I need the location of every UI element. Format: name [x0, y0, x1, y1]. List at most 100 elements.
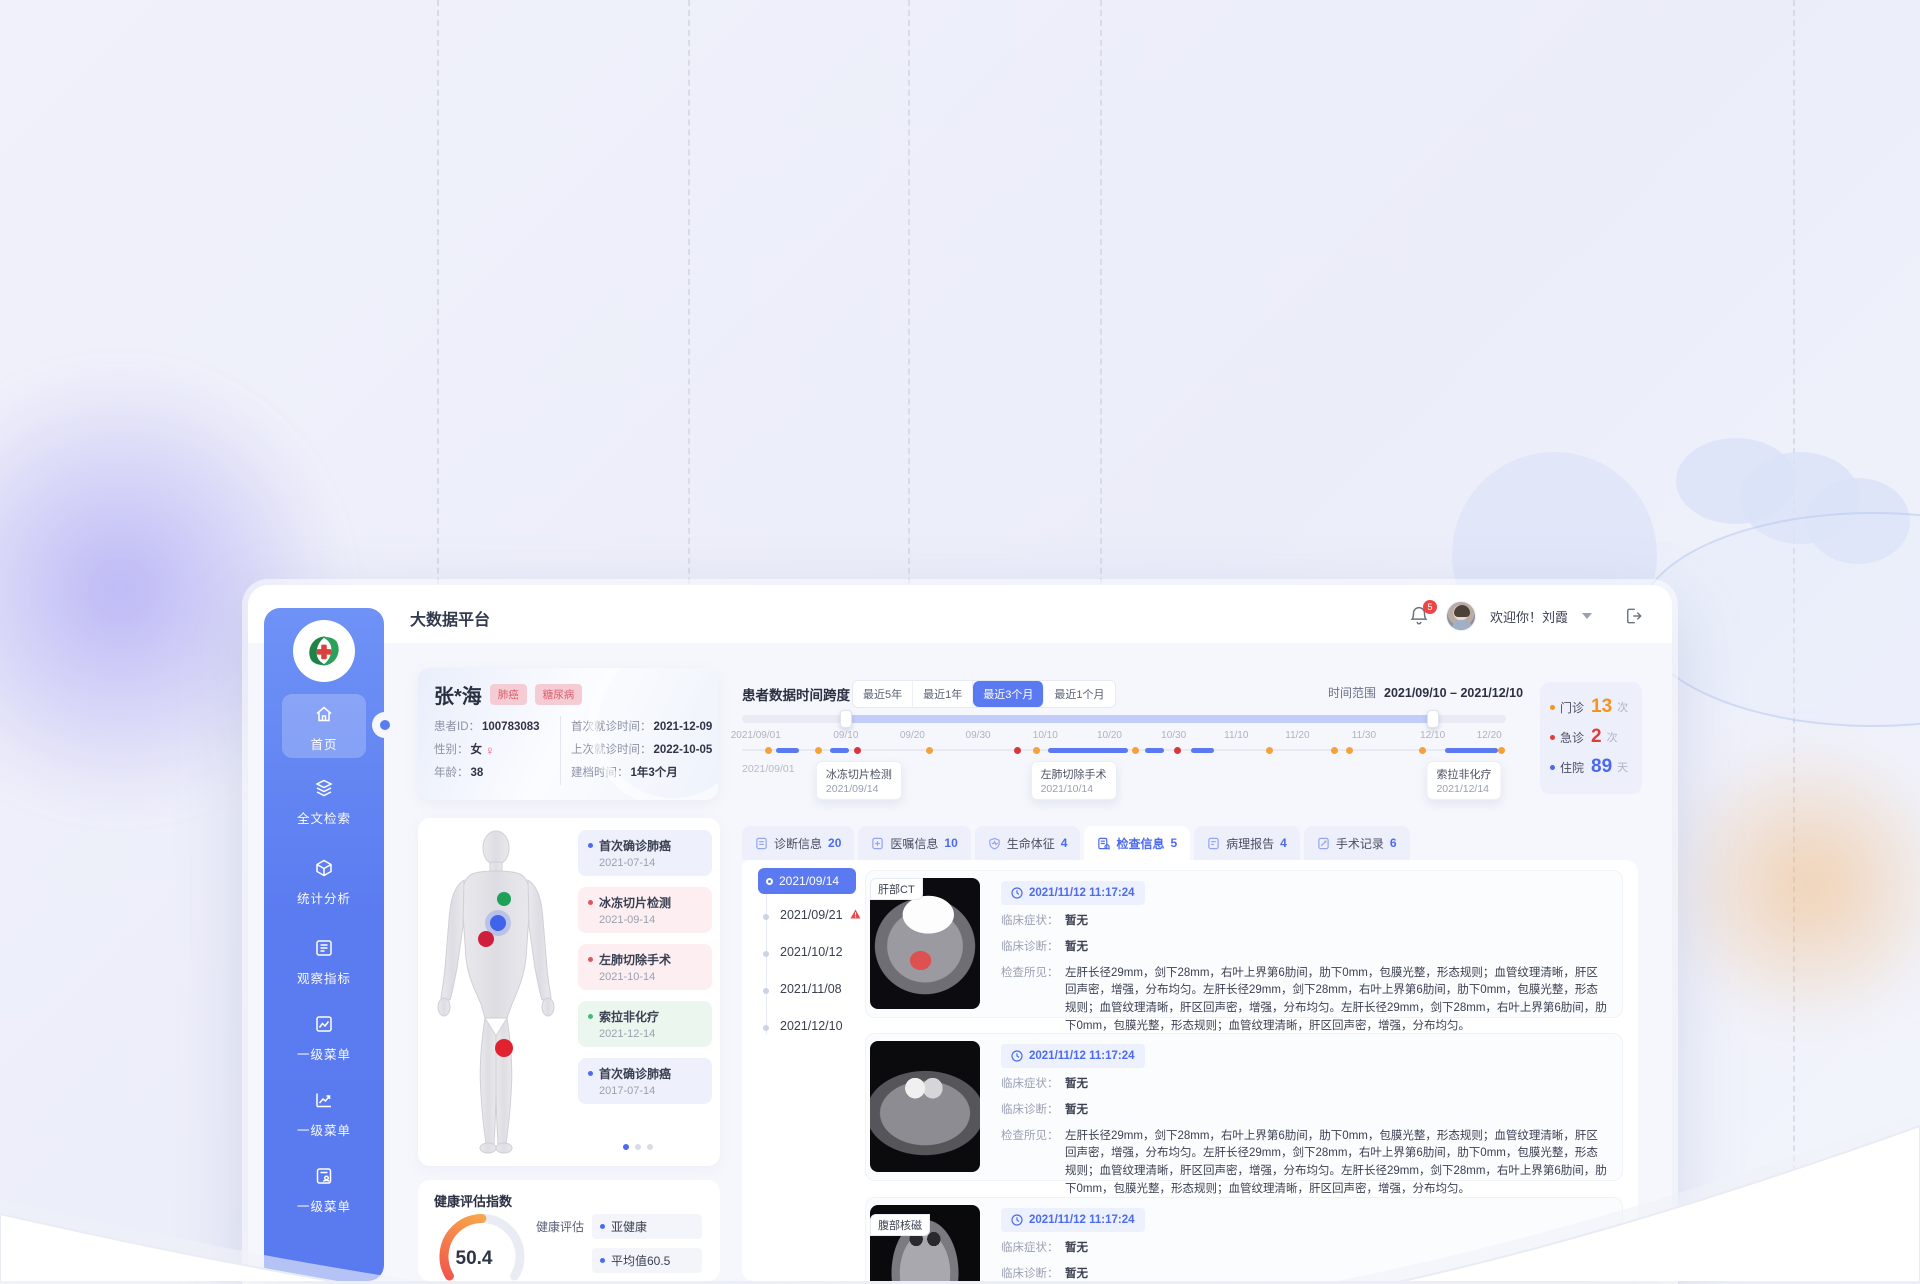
findings-text: 左肝长径29mm，剑下28mm，右叶上界第6肋间，肋下0mm，包膜光整，形态规则…: [1065, 965, 1608, 1036]
orders-doc-icon: [871, 837, 884, 850]
tab-label: 诊断信息: [774, 835, 822, 852]
axis-tick: 11/10: [1224, 730, 1248, 741]
exam-report-card: 腹部核磁 2021/11/12 11:17:24 临床症状：暂无 临床诊断：暂无…: [865, 1033, 1623, 1181]
body-event-item[interactable]: 首次确诊肺癌 2017-07-14: [578, 1058, 712, 1104]
exams-clipboard-icon: [1097, 837, 1110, 850]
clock-icon: [1011, 1214, 1023, 1226]
diagnosis-value: 暂无: [1065, 1102, 1088, 1120]
date-rail-item-active[interactable]: 2021/09/14: [758, 868, 856, 894]
body-marker-red-knee[interactable]: [495, 1039, 513, 1057]
date-rail-item[interactable]: 2021/12/10: [780, 1019, 843, 1033]
tab-count: 5: [1170, 836, 1177, 850]
chart-image-icon: [314, 1014, 334, 1034]
avatar[interactable]: [1446, 601, 1476, 631]
diagnosis-value: 暂无: [1065, 939, 1088, 957]
stat-dot: [1550, 765, 1555, 770]
time-range-display: 时间范围 2021/09/10 – 2021/12/10: [1328, 684, 1523, 701]
event-title: 左肺切除手术: [599, 951, 671, 968]
field-label: 上次就诊时间：: [571, 739, 652, 762]
range-button-1m[interactable]: 最近1个月: [1044, 681, 1114, 707]
tab-label: 病理报告: [1226, 835, 1274, 852]
time-range-value: 2021/09/10 – 2021/12/10: [1384, 686, 1523, 700]
body-marker-green[interactable]: [497, 892, 511, 906]
last-visit-date: 2022-10-05: [654, 739, 713, 762]
health-average-value: 平均值60.5: [611, 1252, 670, 1269]
event-date: 2021-09-14: [599, 914, 702, 926]
tab-surgery[interactable]: 手术记录6: [1304, 826, 1410, 860]
tab-pathology[interactable]: 病理报告 4: [1194, 826, 1300, 860]
pagination-dot[interactable]: [647, 1144, 653, 1150]
hospital-logo: [293, 620, 355, 682]
mri-scan-thumbnail[interactable]: [870, 1041, 980, 1172]
slider-handle-start[interactable]: [840, 710, 852, 728]
body-marker-red-abdomen[interactable]: [478, 931, 494, 947]
exam-time-chip: 2021/11/12 11:17:24: [1001, 1208, 1145, 1232]
time-range-label: 时间范围: [1328, 686, 1376, 700]
event-dot: [588, 900, 593, 905]
exam-date-rail: 2021/09/14 2021/09/21 2021/10/12 2021/11…: [758, 868, 862, 1068]
tab-exams[interactable]: 检查信息 5: [1084, 826, 1190, 860]
body-marker-blue[interactable]: [490, 915, 506, 931]
date-rail-item[interactable]: 2021/10/12: [780, 945, 843, 959]
orange-blob-decoration: [1660, 740, 1920, 1030]
health-gauge-value: 50.4: [442, 1248, 506, 1270]
event-tooltip: 左肺切除手术 2021/10/14: [1031, 761, 1117, 800]
body-event-item[interactable]: 冰冻切片检测 2021-09-14: [578, 887, 712, 933]
visit-stat-row: 门诊 13 次: [1550, 692, 1632, 722]
timeline-event-marker: [1346, 747, 1353, 754]
slider-fill: [846, 715, 1433, 723]
field-label: 检查所见：: [1001, 965, 1065, 1036]
human-body-figure: [424, 826, 574, 1156]
sidebar-item-menu-1[interactable]: 一级菜单: [282, 1014, 366, 1063]
diagnosis-value: 暂无: [1065, 1266, 1088, 1281]
sidebar: 首页 全文检索 统计分析 观察指标 一级菜单: [264, 608, 384, 1281]
health-row-chip: 平均值60.5: [592, 1248, 702, 1273]
tab-vitals[interactable]: 生命体征4: [975, 826, 1081, 860]
body-event-item[interactable]: 左肺切除手术 2021-10-14: [578, 944, 712, 990]
exam-info-panel: 2021/09/14 2021/09/21 2021/10/12 2021/11…: [742, 860, 1638, 1281]
health-row-chip: 亚健康: [592, 1214, 702, 1239]
range-button-1y[interactable]: 最近1年: [913, 681, 973, 707]
pagination-dot[interactable]: [635, 1144, 641, 1150]
sidebar-item-indicators[interactable]: 观察指标: [282, 938, 366, 987]
timeline-event-marker: [776, 748, 799, 753]
notification-bell-button[interactable]: 5: [1408, 604, 1432, 628]
pagination-dot[interactable]: [623, 1144, 629, 1150]
stat-value: 89: [1591, 756, 1612, 778]
logout-button[interactable]: [1624, 606, 1644, 626]
field-label: 性别：: [434, 739, 469, 762]
sidebar-item-menu-3[interactable]: 一级菜单: [282, 1166, 366, 1215]
sidebar-item-fulltext-search[interactable]: 全文检索: [282, 778, 366, 827]
active-date-ring: [766, 878, 773, 885]
visit-stat-row: 住院 89 天: [1550, 752, 1632, 782]
exam-time: 2021/11/12 11:17:24: [1029, 1214, 1135, 1226]
symptom-value: 暂无: [1065, 913, 1088, 931]
symptom-value: 暂无: [1065, 1240, 1088, 1258]
range-button-3m[interactable]: 最近3个月: [973, 681, 1044, 707]
chevron-down-icon[interactable]: [1582, 613, 1592, 619]
rail-dot: [763, 1025, 769, 1031]
body-event-item[interactable]: 索拉非化疗 2021-12-14: [578, 1001, 712, 1047]
tab-count: 4: [1280, 836, 1287, 850]
stat-unit: 天: [1617, 759, 1628, 775]
axis-tick: 09/30: [966, 730, 991, 741]
sidebar-item-statistics[interactable]: 统计分析: [282, 858, 366, 907]
sidebar-item-menu-2[interactable]: 一级菜单: [282, 1090, 366, 1139]
notification-badge: 5: [1423, 600, 1437, 614]
slider-handle-end[interactable]: [1427, 710, 1439, 728]
tab-orders[interactable]: 医嘱信息10: [858, 826, 970, 860]
sidebar-item-home[interactable]: 首页: [282, 694, 366, 758]
tab-label: 医嘱信息: [890, 835, 938, 852]
timespan-title: 患者数据时间跨度: [742, 684, 850, 704]
body-event-item[interactable]: 首次确诊肺癌 2021-07-14: [578, 830, 712, 876]
date-rail-item[interactable]: 2021/11/08: [780, 982, 842, 996]
stat-unit: 次: [1617, 699, 1628, 715]
tab-diagnosis[interactable]: 诊断信息20: [742, 826, 854, 860]
timeline-tooltips: 冰冻切片检测 2021/09/14 左肺切除手术 2021/10/14 索拉非化…: [742, 761, 1506, 805]
time-range-slider[interactable]: [742, 715, 1506, 723]
date-rail-item[interactable]: 2021/09/21: [780, 908, 861, 922]
tab-label: 检查信息: [1116, 835, 1164, 852]
rail-dot: [763, 914, 769, 920]
range-button-5y[interactable]: 最近5年: [853, 681, 913, 707]
axis-tick: 10/10: [1033, 730, 1058, 741]
